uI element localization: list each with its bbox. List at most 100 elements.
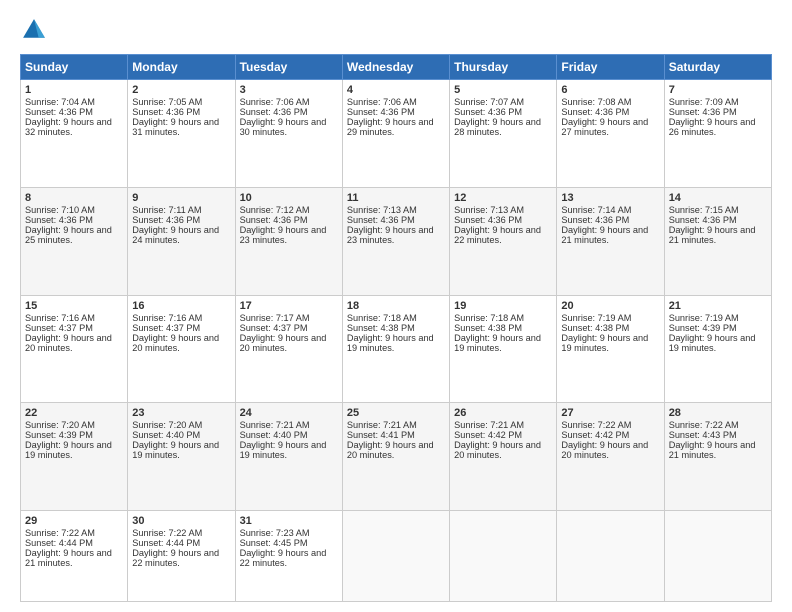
daylight-label: Daylight: 9 hours and 20 minutes. [25, 333, 112, 353]
day-number: 20 [561, 300, 659, 312]
day-number: 8 [25, 192, 123, 204]
sunset-label: Sunset: 4:37 PM [132, 323, 200, 333]
calendar-cell [450, 511, 557, 602]
day-number: 22 [25, 407, 123, 419]
day-number: 5 [454, 84, 552, 96]
page: SundayMondayTuesdayWednesdayThursdayFrid… [0, 0, 792, 612]
calendar-cell [664, 511, 771, 602]
sunrise-label: Sunrise: 7:06 AM [240, 97, 310, 107]
sunset-label: Sunset: 4:36 PM [240, 107, 308, 117]
sunset-label: Sunset: 4:36 PM [25, 215, 93, 225]
calendar-cell: 2Sunrise: 7:05 AMSunset: 4:36 PMDaylight… [128, 80, 235, 188]
calendar-cell [557, 511, 664, 602]
calendar-table: SundayMondayTuesdayWednesdayThursdayFrid… [20, 54, 772, 602]
sunset-label: Sunset: 4:38 PM [454, 323, 522, 333]
day-number: 13 [561, 192, 659, 204]
day-number: 23 [132, 407, 230, 419]
sunrise-label: Sunrise: 7:19 AM [669, 313, 739, 323]
daylight-label: Daylight: 9 hours and 32 minutes. [25, 117, 112, 137]
day-number: 21 [669, 300, 767, 312]
calendar-cell: 10Sunrise: 7:12 AMSunset: 4:36 PMDayligh… [235, 187, 342, 295]
calendar-cell: 28Sunrise: 7:22 AMSunset: 4:43 PMDayligh… [664, 403, 771, 511]
daylight-label: Daylight: 9 hours and 23 minutes. [347, 225, 434, 245]
calendar-cell: 18Sunrise: 7:18 AMSunset: 4:38 PMDayligh… [342, 295, 449, 403]
daylight-label: Daylight: 9 hours and 27 minutes. [561, 117, 648, 137]
day-number: 27 [561, 407, 659, 419]
sunset-label: Sunset: 4:45 PM [240, 538, 308, 548]
daylight-label: Daylight: 9 hours and 20 minutes. [454, 440, 541, 460]
daylight-label: Daylight: 9 hours and 21 minutes. [25, 548, 112, 568]
col-header-monday: Monday [128, 55, 235, 80]
col-header-sunday: Sunday [21, 55, 128, 80]
day-number: 11 [347, 192, 445, 204]
daylight-label: Daylight: 9 hours and 29 minutes. [347, 117, 434, 137]
day-number: 28 [669, 407, 767, 419]
day-number: 19 [454, 300, 552, 312]
daylight-label: Daylight: 9 hours and 19 minutes. [240, 440, 327, 460]
calendar-header-row: SundayMondayTuesdayWednesdayThursdayFrid… [21, 55, 772, 80]
calendar-cell: 22Sunrise: 7:20 AMSunset: 4:39 PMDayligh… [21, 403, 128, 511]
sunset-label: Sunset: 4:36 PM [132, 107, 200, 117]
sunset-label: Sunset: 4:39 PM [669, 323, 737, 333]
sunrise-label: Sunrise: 7:21 AM [347, 420, 417, 430]
day-number: 6 [561, 84, 659, 96]
sunset-label: Sunset: 4:36 PM [25, 107, 93, 117]
sunrise-label: Sunrise: 7:18 AM [347, 313, 417, 323]
sunset-label: Sunset: 4:42 PM [454, 430, 522, 440]
calendar-cell: 16Sunrise: 7:16 AMSunset: 4:37 PMDayligh… [128, 295, 235, 403]
daylight-label: Daylight: 9 hours and 22 minutes. [240, 548, 327, 568]
sunset-label: Sunset: 4:36 PM [132, 215, 200, 225]
calendar-week-5: 29Sunrise: 7:22 AMSunset: 4:44 PMDayligh… [21, 511, 772, 602]
calendar-cell: 23Sunrise: 7:20 AMSunset: 4:40 PMDayligh… [128, 403, 235, 511]
sunset-label: Sunset: 4:36 PM [454, 107, 522, 117]
sunset-label: Sunset: 4:37 PM [25, 323, 93, 333]
logo [20, 16, 52, 44]
col-header-wednesday: Wednesday [342, 55, 449, 80]
sunrise-label: Sunrise: 7:04 AM [25, 97, 95, 107]
sunrise-label: Sunrise: 7:14 AM [561, 205, 631, 215]
calendar-cell: 8Sunrise: 7:10 AMSunset: 4:36 PMDaylight… [21, 187, 128, 295]
daylight-label: Daylight: 9 hours and 26 minutes. [669, 117, 756, 137]
sunset-label: Sunset: 4:36 PM [561, 107, 629, 117]
sunrise-label: Sunrise: 7:16 AM [25, 313, 95, 323]
day-number: 7 [669, 84, 767, 96]
daylight-label: Daylight: 9 hours and 19 minutes. [25, 440, 112, 460]
day-number: 17 [240, 300, 338, 312]
sunset-label: Sunset: 4:38 PM [561, 323, 629, 333]
header [20, 16, 772, 44]
sunset-label: Sunset: 4:42 PM [561, 430, 629, 440]
sunset-label: Sunset: 4:40 PM [240, 430, 308, 440]
calendar-cell: 30Sunrise: 7:22 AMSunset: 4:44 PMDayligh… [128, 511, 235, 602]
col-header-thursday: Thursday [450, 55, 557, 80]
calendar-cell: 15Sunrise: 7:16 AMSunset: 4:37 PMDayligh… [21, 295, 128, 403]
sunrise-label: Sunrise: 7:13 AM [347, 205, 417, 215]
col-header-friday: Friday [557, 55, 664, 80]
calendar-cell: 31Sunrise: 7:23 AMSunset: 4:45 PMDayligh… [235, 511, 342, 602]
calendar-cell: 25Sunrise: 7:21 AMSunset: 4:41 PMDayligh… [342, 403, 449, 511]
sunrise-label: Sunrise: 7:17 AM [240, 313, 310, 323]
day-number: 14 [669, 192, 767, 204]
col-header-saturday: Saturday [664, 55, 771, 80]
sunrise-label: Sunrise: 7:13 AM [454, 205, 524, 215]
sunset-label: Sunset: 4:44 PM [25, 538, 93, 548]
sunrise-label: Sunrise: 7:16 AM [132, 313, 202, 323]
sunrise-label: Sunrise: 7:21 AM [240, 420, 310, 430]
sunset-label: Sunset: 4:36 PM [347, 107, 415, 117]
calendar-cell: 9Sunrise: 7:11 AMSunset: 4:36 PMDaylight… [128, 187, 235, 295]
calendar-week-2: 8Sunrise: 7:10 AMSunset: 4:36 PMDaylight… [21, 187, 772, 295]
calendar-cell: 14Sunrise: 7:15 AMSunset: 4:36 PMDayligh… [664, 187, 771, 295]
calendar-cell: 27Sunrise: 7:22 AMSunset: 4:42 PMDayligh… [557, 403, 664, 511]
sunrise-label: Sunrise: 7:10 AM [25, 205, 95, 215]
sunrise-label: Sunrise: 7:20 AM [25, 420, 95, 430]
daylight-label: Daylight: 9 hours and 20 minutes. [240, 333, 327, 353]
daylight-label: Daylight: 9 hours and 19 minutes. [132, 440, 219, 460]
daylight-label: Daylight: 9 hours and 21 minutes. [669, 225, 756, 245]
daylight-label: Daylight: 9 hours and 21 minutes. [669, 440, 756, 460]
day-number: 9 [132, 192, 230, 204]
calendar-cell [342, 511, 449, 602]
daylight-label: Daylight: 9 hours and 21 minutes. [561, 225, 648, 245]
sunset-label: Sunset: 4:44 PM [132, 538, 200, 548]
day-number: 16 [132, 300, 230, 312]
sunset-label: Sunset: 4:39 PM [25, 430, 93, 440]
calendar-cell: 1Sunrise: 7:04 AMSunset: 4:36 PMDaylight… [21, 80, 128, 188]
